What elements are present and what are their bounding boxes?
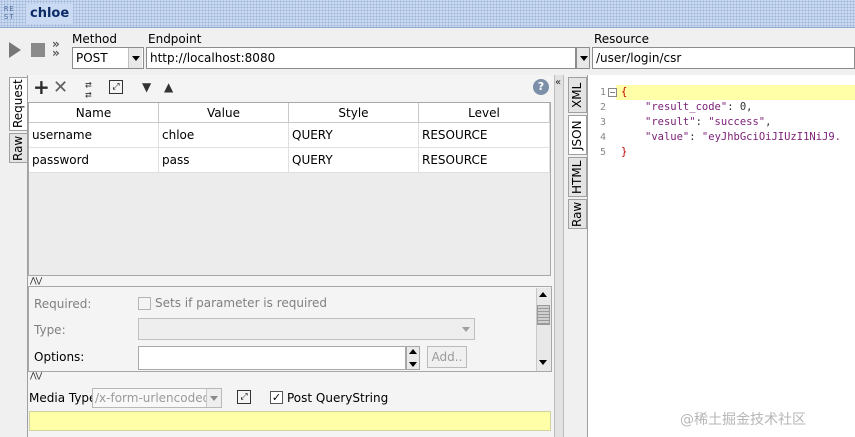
json-value: "success" xyxy=(708,116,766,128)
json-sep: : xyxy=(689,131,702,143)
code-line: "result_code": 0, xyxy=(645,100,753,115)
options-input[interactable] xyxy=(138,346,406,370)
media-type-select[interactable]: /x-form-urlencoded xyxy=(92,388,222,408)
type-select[interactable] xyxy=(138,318,475,340)
x-icon[interactable]: ✕ xyxy=(53,78,69,98)
plus-icon[interactable]: + xyxy=(33,77,50,97)
post-querystring-checkbox[interactable]: ✓ xyxy=(270,391,283,404)
title-bar xyxy=(0,0,855,28)
json-brace: { xyxy=(621,86,628,98)
column-header-style[interactable]: Style xyxy=(289,103,419,123)
type-label: Type: xyxy=(34,323,66,337)
options-label: Options: xyxy=(34,350,85,364)
line-number: 2 xyxy=(599,102,606,113)
json-sep: : xyxy=(695,116,709,128)
tab-request[interactable]: Request xyxy=(9,77,28,131)
code-line: "value": "eyJhbGciOiJIUzI1NiJ9. xyxy=(645,130,855,145)
tab-raw-response[interactable]: Raw xyxy=(568,199,587,229)
table-cell[interactable]: pass xyxy=(159,148,289,173)
json-sep: : xyxy=(727,101,740,113)
tab-xml[interactable]: XML xyxy=(568,77,587,113)
tab-json[interactable]: JSON xyxy=(568,115,587,155)
media-type-dropdown-arrow-icon[interactable] xyxy=(206,389,221,407)
scroll-up-icon[interactable] xyxy=(539,292,547,297)
json-comma: , xyxy=(746,101,753,113)
table-cell[interactable]: QUERY xyxy=(289,123,419,148)
splitter-handle[interactable]: ⋀⋁ xyxy=(30,277,42,285)
json-key: "value" xyxy=(645,131,690,143)
endpoint-dropdown-arrow-icon[interactable] xyxy=(576,47,590,69)
column-header-level[interactable]: Level xyxy=(419,103,550,123)
resource-input[interactable]: /user/login/csr xyxy=(592,47,855,69)
panel-divider[interactable] xyxy=(554,75,564,437)
post-querystring-label: Post QueryString xyxy=(287,391,389,405)
add-option-button[interactable]: Add.. xyxy=(427,346,467,368)
table-cell[interactable]: RESOURCE xyxy=(419,148,550,173)
table-cell[interactable]: RESOURCE xyxy=(419,123,550,148)
line-number: 3 xyxy=(599,117,606,128)
table-cell[interactable]: chloe xyxy=(159,123,289,148)
options-icon[interactable]: »» xyxy=(52,38,68,59)
stop-button[interactable] xyxy=(31,43,45,57)
code-line: "result": "success", xyxy=(645,115,771,130)
json-key: "result_code" xyxy=(645,101,728,113)
endpoint-label: Endpoint xyxy=(148,32,202,46)
tab-html[interactable]: HTML xyxy=(568,157,587,197)
help-icon[interactable]: ? xyxy=(533,79,549,95)
scroll-thumb[interactable] xyxy=(537,305,550,325)
json-value: "eyJhbGciOiJIUzI1NiJ9. xyxy=(701,131,841,143)
table-cell[interactable]: QUERY xyxy=(289,148,419,173)
json-brace: } xyxy=(621,146,628,158)
rest-logo-icon: RE ST xyxy=(4,5,15,21)
options-scrollbar[interactable] xyxy=(406,346,420,370)
chevron-down-icon[interactable]: ▼ xyxy=(142,79,151,95)
code-line: { xyxy=(621,85,627,100)
endpoint-input[interactable]: http://localhost:8080 xyxy=(146,47,576,69)
method-dropdown-arrow-icon[interactable] xyxy=(128,48,142,68)
fold-toggle-icon[interactable]: − xyxy=(608,88,617,97)
required-checkbox[interactable] xyxy=(138,297,151,310)
details-scrollbar[interactable] xyxy=(536,288,551,371)
tab-raw-request[interactable]: Raw xyxy=(9,133,28,163)
collapse-arrows-icon[interactable]: « xyxy=(555,78,561,88)
method-label: Method xyxy=(72,32,118,46)
line-number: 1 xyxy=(599,87,606,98)
run-button[interactable] xyxy=(9,42,21,58)
chevron-up-icon[interactable]: ▲ xyxy=(164,79,173,95)
line-number: 4 xyxy=(599,132,606,143)
request-body-input[interactable] xyxy=(29,411,551,431)
json-comma: , xyxy=(765,116,772,128)
column-header-name[interactable]: Name xyxy=(29,103,159,123)
table-cell[interactable]: username xyxy=(29,123,159,148)
code-line: } xyxy=(621,145,627,160)
current-line-highlight xyxy=(616,85,855,100)
json-key: "result" xyxy=(645,116,696,128)
expand-icon[interactable]: ⤢ xyxy=(237,390,251,404)
splitter-handle[interactable]: ⋀⋁ xyxy=(30,372,42,380)
required-hint: Sets if parameter is required xyxy=(155,296,327,310)
scroll-down-icon[interactable] xyxy=(539,360,547,365)
window-title: chloe xyxy=(26,4,74,24)
table-cell[interactable]: password xyxy=(29,148,159,173)
media-type-label: Media Type xyxy=(29,391,97,405)
column-header-value[interactable]: Value xyxy=(159,103,289,123)
required-label: Required: xyxy=(34,297,92,311)
expand-icon[interactable]: ⤢ xyxy=(109,80,123,94)
watermark: @稀土掘金技术社区 xyxy=(680,412,806,428)
line-number: 5 xyxy=(599,147,606,158)
resource-label: Resource xyxy=(594,32,650,46)
sync-icon[interactable]: ⇄ ⇄ xyxy=(85,79,103,100)
